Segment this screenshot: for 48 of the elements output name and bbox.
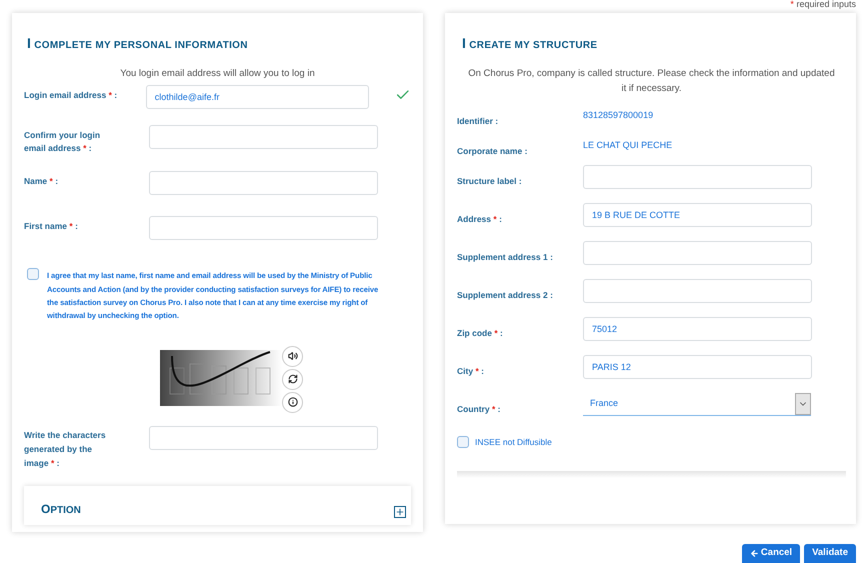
required-note: * required inputs [790, 0, 856, 11]
field-label: Write the characters generated by the image * : [24, 428, 107, 470]
field-label: Address * : [457, 214, 502, 224]
checkbox[interactable] [457, 436, 469, 448]
field-label: City * : [457, 366, 484, 376]
text-field[interactable]: clothilde@aife.fr [146, 85, 370, 110]
text-field[interactable] [583, 279, 812, 303]
option-title: OPTION [41, 500, 81, 518]
section-title: I CREATE MY STRUCTURE [462, 34, 598, 53]
option-panel[interactable]: OPTION [24, 486, 411, 525]
text-field[interactable] [583, 165, 812, 189]
text-field[interactable]: 75012 [583, 317, 812, 341]
field-label: First name * : [24, 220, 79, 234]
field-value: 83128597800019 [583, 109, 654, 122]
help-button[interactable] [282, 392, 303, 413]
text-field[interactable]: 19 B RUE DE COTTE [583, 203, 812, 227]
expand-icon[interactable] [394, 506, 406, 518]
section-title: I COMPLETE MY PERSONAL INFORMATION [27, 34, 249, 53]
cancel-button[interactable]: Cancel [742, 544, 800, 563]
text-field[interactable] [149, 216, 378, 240]
field-label: Structure label : [457, 176, 522, 186]
intro-text: On Chorus Pro, company is called structure. Please check the information and updated it if necessary. [467, 67, 836, 96]
field-label: Country * : [457, 404, 500, 414]
refresh-icon [288, 374, 298, 384]
field-label: Identifier : [457, 116, 498, 126]
field-label: Name * : [24, 175, 60, 188]
text-field[interactable]: PARIS 12 [583, 355, 812, 379]
text-field[interactable] [583, 241, 812, 265]
info-icon [288, 397, 298, 408]
field-value: LE CHAT QUI PECHE [583, 139, 672, 152]
checkbox-label: INSEE not Diffusible [475, 436, 552, 449]
checkbox[interactable] [27, 268, 39, 280]
text-field[interactable] [149, 171, 378, 196]
audio-button[interactable] [282, 346, 303, 367]
arrow-left-icon [750, 549, 759, 558]
field-label: Zip code * : [457, 328, 503, 338]
speaker-icon [288, 351, 298, 362]
validate-button[interactable]: Validate [804, 544, 856, 563]
refresh-button[interactable] [282, 368, 303, 390]
country-select[interactable]: France [583, 393, 811, 416]
field-label: Login email address * : [24, 89, 118, 102]
field-label: Confirm your login email address * : [24, 129, 102, 156]
text-field[interactable] [149, 426, 378, 450]
intro-text: You login email address will allow you to log in [119, 67, 316, 81]
text-field[interactable] [149, 125, 378, 150]
field-label: Supplement address 1 : [457, 252, 553, 262]
field-label: Supplement address 2 : [457, 290, 553, 300]
field-label: Corporate name : [457, 146, 528, 156]
